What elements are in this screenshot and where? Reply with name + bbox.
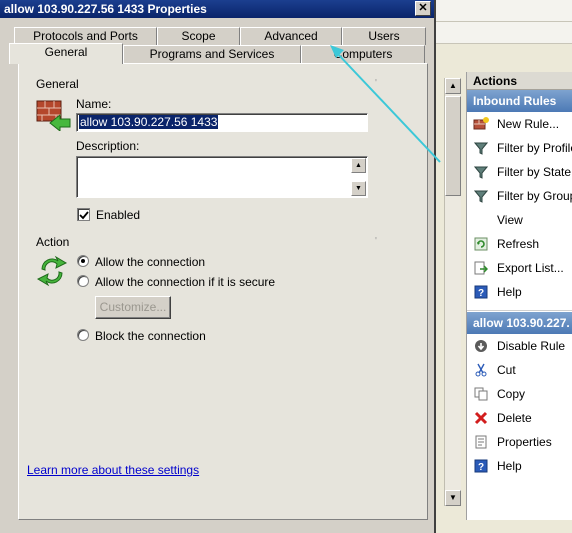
close-icon[interactable]: ✕ — [415, 1, 431, 16]
filter-icon — [473, 164, 489, 180]
action-filter-by-group[interactable]: Filter by Group — [467, 184, 572, 208]
tab-programs-and-services[interactable]: Programs and Services — [123, 45, 301, 63]
tab-computers[interactable]: Computers — [301, 45, 425, 63]
tab-users[interactable]: Users — [342, 27, 426, 45]
name-input-value: allow 103.90.227.56 1433 — [79, 115, 219, 129]
allow-connection-label: Allow the connection — [95, 255, 206, 269]
action-help-rule[interactable]: ? Help — [467, 454, 572, 478]
general-group-label: General — [36, 77, 79, 91]
list-vertical-scrollbar[interactable]: ▲ ▼ — [444, 78, 461, 506]
tab-general[interactable]: General — [9, 43, 123, 64]
action-filter-by-state[interactable]: Filter by State — [467, 160, 572, 184]
action-cut[interactable]: Cut — [467, 358, 572, 382]
action-new-rule[interactable]: New Rule... — [467, 112, 572, 136]
dialog-title: allow 103.90.227.56 1433 Properties — [4, 2, 207, 16]
svg-text:?: ? — [478, 462, 484, 473]
action-help[interactable]: ? Help — [467, 280, 572, 304]
action-view[interactable]: View — [467, 208, 572, 232]
tab-advanced[interactable]: Advanced — [240, 27, 342, 45]
svg-text:?: ? — [478, 288, 484, 299]
enabled-checkbox[interactable] — [77, 208, 90, 221]
mmc-menu-bar — [434, 0, 572, 22]
name-input[interactable]: allow 103.90.227.56 1433 — [76, 113, 368, 132]
action-export-list[interactable]: Export List... — [467, 256, 572, 280]
tab-scope[interactable]: Scope — [157, 27, 240, 45]
properties-icon — [473, 434, 489, 450]
action-disable-rule[interactable]: Disable Rule — [467, 334, 572, 358]
action-group-label: Action — [36, 235, 70, 249]
mmc-toolbar — [434, 22, 572, 44]
disable-icon — [473, 338, 489, 354]
block-connection-radio[interactable] — [77, 329, 89, 341]
firewall-rule-icon — [36, 97, 72, 134]
enabled-label: Enabled — [96, 208, 141, 222]
checkmark-icon — [79, 211, 89, 220]
actions-pane: Actions Inbound Rules New Rule... Filter… — [466, 72, 572, 520]
scroll-thumb[interactable] — [445, 96, 461, 196]
customize-button[interactable]: Customize... — [95, 296, 171, 319]
allow-if-secure-radio[interactable] — [77, 275, 89, 287]
dialog-title-bar[interactable]: allow 103.90.227.56 1433 Properties ✕ — [0, 0, 434, 18]
description-label: Description: — [76, 139, 140, 153]
filter-icon — [473, 140, 489, 156]
scroll-up-arrow-icon[interactable]: ▲ — [445, 78, 461, 94]
refresh-icon — [473, 236, 489, 252]
copy-icon — [473, 386, 489, 402]
help-icon: ? — [473, 458, 489, 474]
name-label: Name: — [76, 97, 112, 111]
description-scroll-up-icon[interactable]: ▲ — [351, 158, 366, 173]
action-properties[interactable]: Properties — [467, 430, 572, 454]
section-selected-rule[interactable]: allow 103.90.227. — [467, 312, 572, 334]
action-filter-by-profile[interactable]: Filter by Profile — [467, 136, 572, 160]
rule-properties-dialog: allow 103.90.227.56 1433 Properties ✕ Pr… — [0, 0, 436, 533]
learn-more-link[interactable]: Learn more about these settings — [27, 463, 199, 477]
section-inbound-rules[interactable]: Inbound Rules — [467, 90, 572, 112]
cut-icon — [473, 362, 489, 378]
delete-icon — [473, 410, 489, 426]
export-icon — [473, 260, 489, 276]
filter-icon — [473, 188, 489, 204]
description-scroll-down-icon[interactable]: ▼ — [351, 181, 366, 196]
block-connection-label: Block the connection — [95, 329, 206, 343]
action-delete[interactable]: Delete — [467, 406, 572, 430]
help-icon: ? — [473, 284, 489, 300]
scroll-down-arrow-icon[interactable]: ▼ — [445, 490, 461, 506]
allow-if-secure-label: Allow the connection if it is secure — [95, 275, 276, 289]
action-copy[interactable]: Copy — [467, 382, 572, 406]
actions-header: Actions — [467, 72, 572, 90]
allow-connection-radio[interactable] — [77, 255, 89, 267]
action-refresh[interactable]: Refresh — [467, 232, 572, 256]
new-rule-icon — [473, 116, 489, 132]
description-textarea[interactable]: ▲ ▼ — [76, 156, 368, 198]
allow-action-icon — [36, 255, 68, 290]
